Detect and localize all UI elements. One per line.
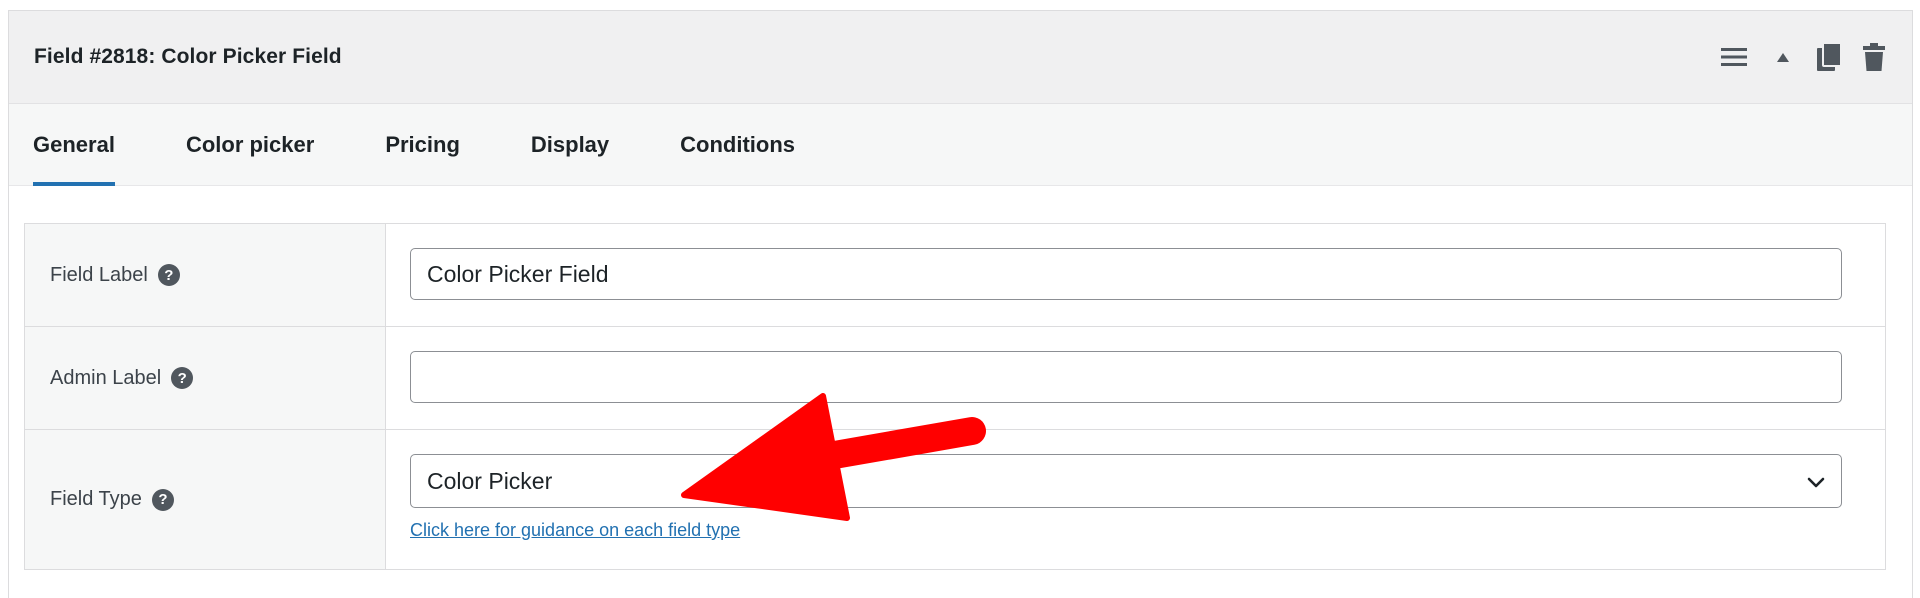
field-type-selected: Color Picker [427,467,553,494]
admin-label-input[interactable] [410,351,1842,403]
field-type-text: Field Type [50,488,142,510]
tab-color-picker[interactable]: Color picker [186,104,314,185]
field-label-text: Field Label [50,263,148,286]
tab-general[interactable]: General [33,104,115,186]
tab-bar: General Color picker Pricing Display Con… [9,104,1912,186]
field-settings-table: Field Label ? Admin Label ? Field Type ?… [24,223,1886,570]
admin-label-text: Admin Label [50,366,162,389]
field-type-select[interactable]: Color Picker [410,454,1842,508]
field-type-value-cell: Color Picker Click here for guidance on … [386,430,1885,569]
row-admin-label: Admin Label ? [25,327,1885,430]
tab-display[interactable]: Display [531,104,609,185]
help-icon[interactable]: ? [157,264,180,286]
chevron-down-icon [1807,468,1825,495]
field-type-cell: Field Type ? [25,430,386,569]
row-field-label: Field Label ? [25,224,1885,327]
tab-pricing[interactable]: Pricing [385,104,460,185]
collapse-triangle-icon[interactable] [1773,42,1793,72]
field-label-input[interactable] [410,248,1842,300]
field-label-cell: Field Label ? [25,224,386,326]
field-title: Field #2818: Color Picker Field [34,45,342,68]
field-header: Field #2818: Color Picker Field [9,11,1912,104]
help-icon[interactable]: ? [151,488,174,511]
header-actions [1719,41,1887,73]
field-label-value-cell [386,224,1885,326]
tab-conditions[interactable]: Conditions [680,104,795,185]
trash-icon[interactable] [1861,41,1887,73]
duplicate-icon[interactable] [1815,41,1843,73]
help-icon[interactable]: ? [171,367,194,389]
admin-label-value-cell [386,327,1885,429]
admin-label-cell: Admin Label ? [25,327,386,429]
field-type-guidance-link[interactable]: Click here for guidance on each field ty… [410,520,740,541]
hamburger-menu-icon[interactable] [1719,42,1749,72]
row-field-type: Field Type ? Color Picker Click here for… [25,430,1885,569]
